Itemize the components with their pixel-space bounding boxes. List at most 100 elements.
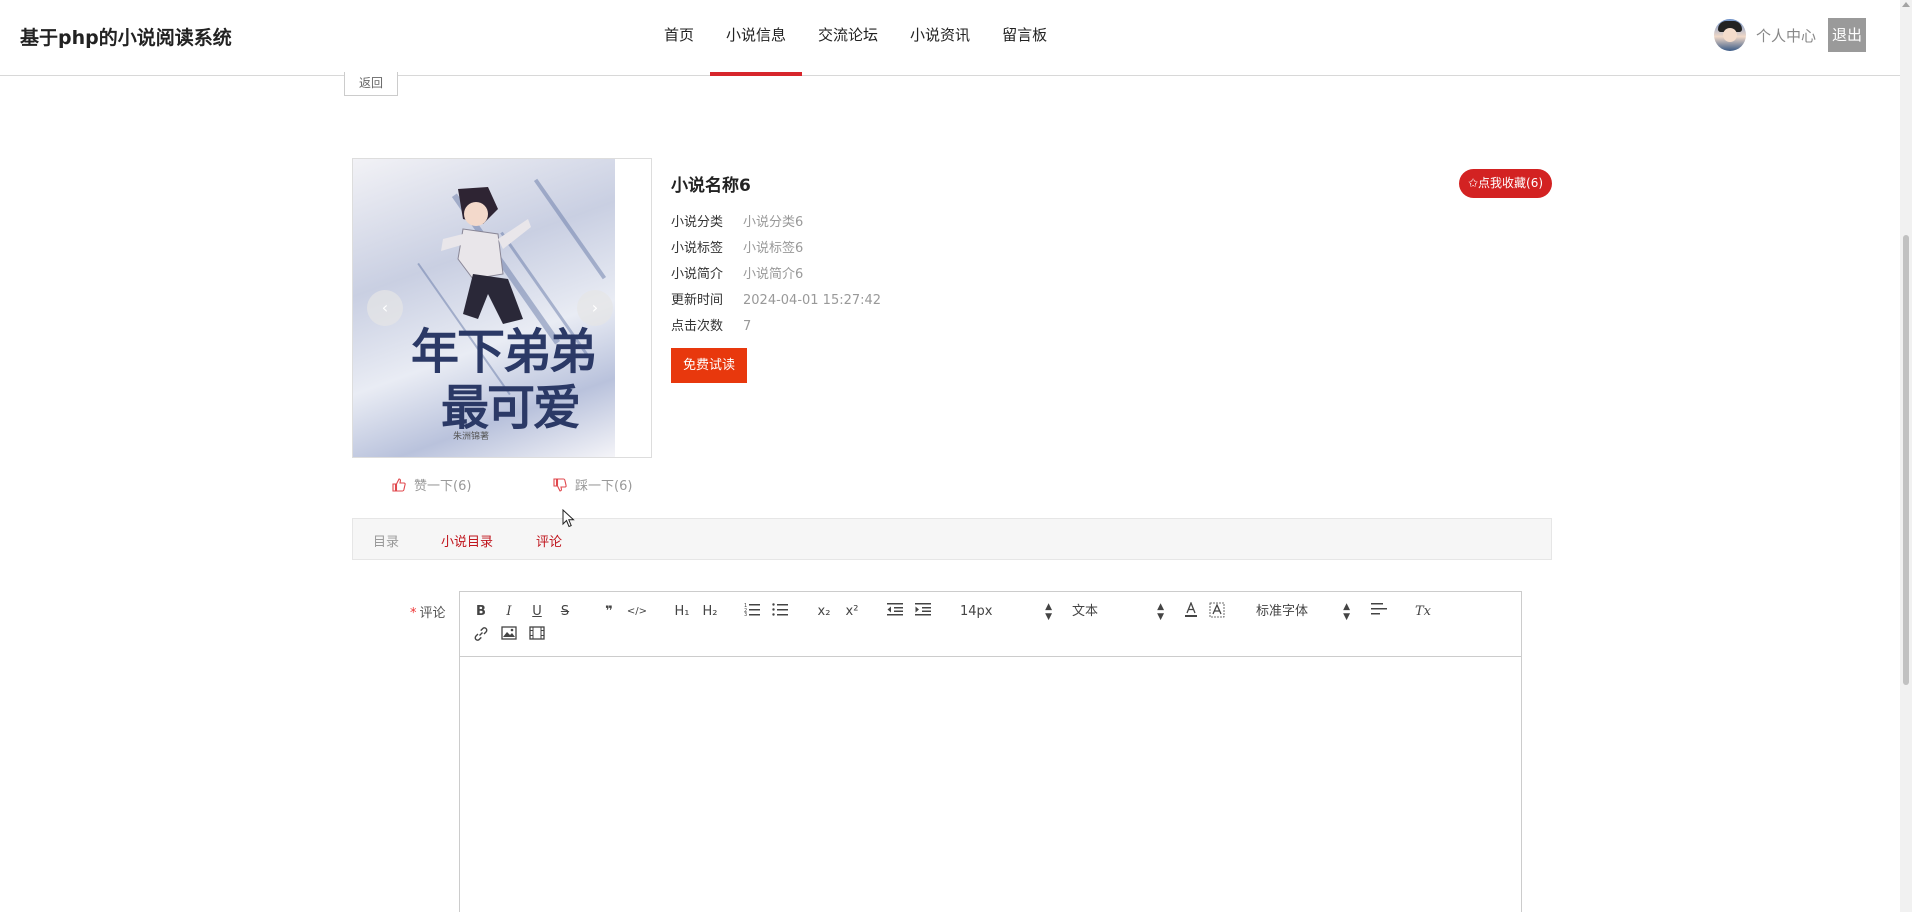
outdent-button[interactable] bbox=[885, 602, 905, 622]
text-type-value: 文本 bbox=[1072, 604, 1099, 619]
cover-title-text: 年下弟弟 最可爱 bbox=[411, 324, 611, 436]
select-caret-icon: ▲ ▼ bbox=[1343, 602, 1350, 622]
tab-novel-catalog[interactable]: 小说目录 bbox=[441, 531, 493, 550]
site-title: 基于php的小说阅读系统 bbox=[20, 27, 232, 49]
logout-button[interactable]: 退出 bbox=[1828, 18, 1867, 52]
info-label: 点击次数 bbox=[671, 319, 724, 334]
bold-button[interactable]: B bbox=[472, 602, 490, 622]
required-mark: * bbox=[410, 606, 417, 621]
nav-home[interactable]: 首页 bbox=[648, 0, 710, 75]
info-value: 2024-04-01 15:27:42 bbox=[743, 293, 882, 308]
mouse-cursor-icon bbox=[562, 509, 575, 528]
back-button[interactable]: 返回 bbox=[344, 72, 398, 96]
font-size-value: 14px bbox=[960, 604, 993, 619]
text-type-select[interactable]: 文本 ▲ ▼ bbox=[1072, 602, 1164, 622]
thumbs-up-icon bbox=[392, 477, 406, 492]
cover-figure-illustration bbox=[441, 187, 531, 324]
info-row-intro: 小说简介 小说简介6 bbox=[671, 263, 803, 282]
favorite-button[interactable]: ✩点我收藏(6) bbox=[1459, 169, 1552, 198]
font-family-value: 标准字体 bbox=[1256, 604, 1309, 619]
thumbs-down-icon bbox=[553, 477, 567, 492]
heading1-button[interactable]: H₁ bbox=[670, 602, 694, 622]
underline-button[interactable]: U bbox=[528, 602, 546, 622]
nav-message-board[interactable]: 留言板 bbox=[986, 0, 1063, 75]
select-caret-icon: ▲ ▼ bbox=[1157, 602, 1164, 622]
font-color-icon bbox=[1185, 601, 1197, 617]
align-left-icon bbox=[1371, 603, 1387, 615]
like-count-label: 赞一下(6) bbox=[414, 479, 472, 494]
info-label: 小说分类 bbox=[671, 215, 724, 230]
info-label: 更新时间 bbox=[671, 293, 724, 308]
bullet-list-button[interactable] bbox=[770, 602, 790, 622]
comment-text-area[interactable] bbox=[460, 657, 1521, 913]
carousel-prev-button[interactable]: ‹ bbox=[367, 290, 403, 326]
link-icon bbox=[474, 627, 488, 641]
dislike-count-label: 踩一下(6) bbox=[575, 479, 633, 494]
indent-icon bbox=[915, 603, 931, 616]
comment-label-text: 评论 bbox=[419, 606, 446, 621]
select-caret-icon: ▲ ▼ bbox=[1045, 602, 1052, 622]
clear-format-button[interactable]: Tx bbox=[1412, 602, 1434, 622]
strike-button[interactable]: S bbox=[556, 602, 574, 622]
detail-tabs: 目录 小说目录 评论 bbox=[352, 518, 1552, 560]
tab-comments[interactable]: 评论 bbox=[536, 531, 562, 550]
svg-text:3: 3 bbox=[744, 612, 747, 616]
comment-label: * 评论 bbox=[410, 602, 446, 621]
heading2-button[interactable]: H₂ bbox=[698, 602, 722, 622]
font-size-select[interactable]: 14px ▲ ▼ bbox=[960, 602, 1052, 622]
comment-editor: B I U S ❞ </> H₁ H₂ 123 x₂ x² 14px ▲ ▼ 文… bbox=[459, 591, 1522, 912]
carousel-next-button[interactable]: › bbox=[577, 290, 613, 326]
main-nav: 首页 小说信息 交流论坛 小说资讯 留言板 bbox=[648, 0, 1063, 76]
italic-button[interactable]: I bbox=[500, 602, 518, 622]
info-row-tag: 小说标签 小说标签6 bbox=[671, 237, 803, 256]
background-color-icon bbox=[1209, 602, 1225, 618]
editor-toolbar: B I U S ❞ </> H₁ H₂ 123 x₂ x² 14px ▲ ▼ 文… bbox=[460, 592, 1521, 657]
info-value: 7 bbox=[743, 319, 752, 334]
ordered-list-icon: 123 bbox=[744, 603, 760, 618]
dislike-button[interactable]: 踩一下(6) bbox=[553, 475, 632, 494]
free-trial-button[interactable]: 免费试读 bbox=[671, 348, 747, 383]
avatar[interactable] bbox=[1714, 19, 1746, 51]
info-row-clicks: 点击次数 7 bbox=[671, 315, 751, 334]
background-color-button[interactable] bbox=[1208, 602, 1226, 622]
info-label: 小说简介 bbox=[671, 267, 724, 282]
nav-novel-info[interactable]: 小说信息 bbox=[710, 0, 803, 76]
tab-contents[interactable]: 目录 bbox=[373, 531, 399, 550]
video-icon bbox=[529, 626, 545, 640]
indent-button[interactable] bbox=[913, 602, 933, 622]
font-color-button[interactable] bbox=[1182, 601, 1200, 622]
image-icon bbox=[501, 626, 517, 640]
scroll-thumb[interactable] bbox=[1903, 235, 1909, 685]
top-header: 基于php的小说阅读系统 首页 小说信息 交流论坛 小说资讯 留言板 个人中心 … bbox=[0, 0, 1900, 76]
outdent-icon bbox=[887, 603, 903, 616]
user-area: 个人中心 退出 bbox=[1714, 18, 1867, 52]
info-row-updated: 更新时间 2024-04-01 15:27:42 bbox=[671, 289, 881, 308]
ordered-list-button[interactable]: 123 bbox=[742, 602, 762, 622]
info-value: 小说标签6 bbox=[743, 241, 804, 256]
align-button[interactable] bbox=[1370, 602, 1388, 622]
info-value: 小说分类6 bbox=[743, 215, 804, 230]
superscript-button[interactable]: x² bbox=[840, 602, 864, 622]
link-button[interactable] bbox=[472, 626, 490, 646]
info-label: 小说标签 bbox=[671, 241, 724, 256]
code-block-button[interactable]: </> bbox=[625, 602, 649, 622]
image-button[interactable] bbox=[500, 626, 518, 646]
subscript-button[interactable]: x₂ bbox=[812, 602, 836, 622]
user-center-link[interactable]: 个人中心 bbox=[1756, 25, 1816, 46]
blockquote-button[interactable]: ❞ bbox=[600, 602, 618, 622]
cover-title-line2: 最可爱 bbox=[441, 380, 581, 436]
bullet-list-icon bbox=[772, 603, 788, 616]
font-family-select[interactable]: 标准字体 ▲ ▼ bbox=[1256, 602, 1350, 622]
nav-forum[interactable]: 交流论坛 bbox=[802, 0, 894, 75]
cover-carousel: 年下弟弟 最可爱 朱洲锦著 ‹ › bbox=[352, 158, 652, 458]
nav-novel-news[interactable]: 小说资讯 bbox=[894, 0, 986, 75]
novel-name: 小说名称6 bbox=[671, 176, 751, 196]
info-row-category: 小说分类 小说分类6 bbox=[671, 211, 803, 230]
cover-title-line1: 年下弟弟 bbox=[411, 324, 597, 380]
info-value: 小说简介6 bbox=[743, 267, 804, 282]
like-button[interactable]: 赞一下(6) bbox=[392, 475, 471, 494]
video-button[interactable] bbox=[528, 626, 546, 646]
page-scrollbar[interactable] bbox=[1900, 0, 1912, 912]
scroll-up-arrow-icon[interactable] bbox=[1902, 2, 1910, 7]
cover-author: 朱洲锦著 bbox=[453, 432, 490, 442]
